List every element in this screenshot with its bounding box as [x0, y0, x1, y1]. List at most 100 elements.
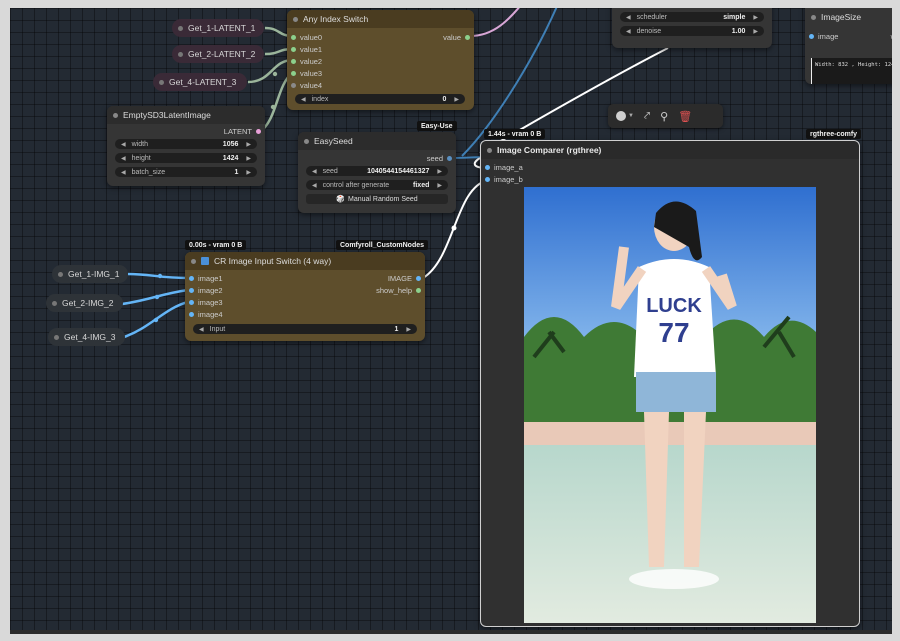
- cr-switch-title: CR Image Input Switch (4 way): [185, 252, 425, 270]
- beach-photo: LUCK 77: [524, 187, 816, 623]
- height-widget[interactable]: ◀ height 1424 ▶: [115, 153, 257, 163]
- batch-increment-arrow[interactable]: ▶: [246, 169, 251, 176]
- easy-seed-node[interactable]: EasySeed seed ◀ seed 1040544154461327 ▶ …: [298, 132, 456, 213]
- manual-random-seed-button[interactable]: 🎲 Manual Random Seed: [306, 194, 448, 204]
- seed-widget[interactable]: ◀ seed 1040544154461327 ▶: [306, 166, 448, 176]
- control-after-generate-widget[interactable]: ◀ control after generate fixed ▶: [306, 180, 448, 190]
- slot-seed-out[interactable]: seed: [427, 154, 452, 163]
- denoise-increment-arrow[interactable]: ▶: [753, 28, 758, 35]
- easy-use-badge: Easy-Use: [417, 121, 457, 131]
- link-dot-latent: [270, 104, 276, 110]
- get-latent2-node[interactable]: Get_2-LATENT_2: [172, 45, 264, 63]
- empty-sd3-latent-node[interactable]: EmptySD3LatentImage LATENT ◀ width 1056 …: [107, 106, 265, 186]
- slot-image2[interactable]: image2: [189, 286, 223, 295]
- comfyroll-badge: Comfyroll_CustomNodes: [336, 240, 429, 250]
- height-label: height: [131, 154, 151, 162]
- color-circle-icon[interactable]: ▼: [616, 111, 634, 121]
- slot-show-help-out[interactable]: show_help: [376, 286, 421, 295]
- any-index-switch-node[interactable]: Any Index Switch value0 value1 value2 va…: [287, 10, 474, 110]
- image-size-node[interactable]: ImageSize image w h Width: 832 , Height:…: [805, 8, 892, 84]
- width-widget[interactable]: ◀ width 1056 ▶: [115, 139, 257, 149]
- input-value: 1: [394, 325, 399, 333]
- slot-image1[interactable]: image1: [189, 274, 223, 283]
- control-label: control after generate: [322, 181, 390, 189]
- scheduler-label: scheduler: [636, 13, 667, 21]
- seed-label: seed: [322, 167, 338, 175]
- get-latent1-node[interactable]: Get_1-LATENT_1: [172, 19, 264, 37]
- image-size-readout: Width: 832 , Height: 1248: [811, 58, 892, 84]
- index-increment-arrow[interactable]: ▶: [454, 96, 459, 103]
- cr-timing-badge: 0.00s - vram 0 B: [185, 240, 247, 250]
- link-dot-img3: [153, 317, 159, 323]
- link-dot-latent2: [272, 71, 278, 77]
- slot-image4[interactable]: image4: [189, 310, 223, 319]
- slot-image3[interactable]: image3: [189, 298, 223, 307]
- link-value-out: [469, 8, 520, 37]
- link-img3: [123, 300, 189, 339]
- input-increment-arrow[interactable]: ▶: [406, 326, 411, 333]
- denoise-widget[interactable]: ◀ denoise 1.00 ▶: [620, 26, 764, 36]
- scheduler-value: simple: [723, 13, 746, 21]
- cr-node-icon: [201, 257, 209, 265]
- width-increment-arrow[interactable]: ▶: [246, 141, 251, 148]
- get-latent3-label: Get_4-LATENT_3: [169, 77, 237, 87]
- get-img1-node[interactable]: Get_1-IMG_1: [52, 265, 128, 283]
- slot-value2[interactable]: value2: [291, 57, 322, 66]
- link-dot-img1: [157, 273, 163, 279]
- slot-image-size-w[interactable]: w: [891, 32, 892, 41]
- index-label: index: [311, 95, 329, 103]
- link-dot-img2: [154, 294, 160, 300]
- slot-image-b[interactable]: image_b: [485, 175, 523, 184]
- image-size-title: ImageSize: [805, 8, 892, 26]
- scheduler-widget[interactable]: ◀ scheduler simple ▶: [620, 12, 764, 22]
- get-latent1-label: Get_1-LATENT_1: [188, 23, 256, 33]
- image-comparer-node[interactable]: Image Comparer (rgthree) image_a image_b: [480, 140, 860, 627]
- input-label: Input: [209, 325, 226, 333]
- dice-icon: 🎲: [336, 196, 346, 203]
- slot-image-size-input[interactable]: image: [809, 32, 838, 41]
- delete-icon[interactable]: 🗑: [678, 110, 692, 123]
- slot-value3[interactable]: value3: [291, 69, 322, 78]
- link-img1: [127, 272, 189, 280]
- cr-image-input-switch-node[interactable]: CR Image Input Switch (4 way) image1 ima…: [185, 252, 425, 341]
- get-img3-node[interactable]: Get_4-IMG_3: [48, 328, 125, 346]
- denoise-label: denoise: [636, 27, 662, 35]
- node-selection-toolbar: ▼ ⤤ ⚲ 🗑: [608, 104, 723, 128]
- get-img2-node[interactable]: Get_2-IMG_2: [46, 294, 123, 312]
- bottom-status-strip: [10, 630, 892, 634]
- slot-latent-out[interactable]: LATENT: [224, 127, 261, 136]
- comparer-timing-badge: 1.44s - vram 0 B: [484, 129, 546, 139]
- bypass-icon[interactable]: ⤤: [644, 110, 650, 123]
- input-widget[interactable]: ◀ Input 1 ▶: [193, 324, 417, 334]
- get-latent3-node[interactable]: Get_4-LATENT_3: [153, 73, 247, 91]
- index-widget[interactable]: ◀ index 0 ▶: [295, 94, 465, 104]
- slot-value-out[interactable]: value: [443, 33, 470, 42]
- seed-increment-arrow[interactable]: ▶: [437, 168, 442, 175]
- pin-icon[interactable]: ⚲: [660, 110, 668, 123]
- batch-size-widget[interactable]: ◀ batch_size 1 ▶: [115, 167, 257, 177]
- width-value: 1056: [222, 140, 239, 148]
- batch-size-label: batch_size: [131, 168, 166, 176]
- slot-value1[interactable]: value1: [291, 45, 322, 54]
- sampler-node[interactable]: ◀ sampler_name euler ▶ ◀ scheduler simpl…: [612, 8, 772, 48]
- control-value: fixed: [413, 181, 430, 189]
- height-increment-arrow[interactable]: ▶: [246, 155, 251, 162]
- get-img3-label: Get_4-IMG_3: [64, 332, 116, 342]
- slot-image-out[interactable]: IMAGE: [388, 274, 421, 283]
- image-comparer-title: Image Comparer (rgthree): [481, 141, 859, 159]
- height-value: 1424: [222, 154, 239, 162]
- node-graph-canvas[interactable]: Get_1-LATENT_1 Get_2-LATENT_2 Get_4-LATE…: [10, 8, 892, 630]
- cr-switch-title-text: CR Image Input Switch (4 way): [214, 256, 332, 266]
- scheduler-next-arrow[interactable]: ▶: [753, 14, 758, 21]
- manual-random-seed-label: Manual Random Seed: [348, 195, 418, 203]
- seed-value: 1040544154461327: [367, 167, 430, 175]
- slot-value0[interactable]: value0: [291, 33, 322, 42]
- comparison-preview-image[interactable]: LUCK 77: [524, 187, 816, 623]
- index-value: 0: [442, 95, 447, 103]
- slot-value4[interactable]: value4: [291, 81, 322, 90]
- control-next-arrow[interactable]: ▶: [437, 182, 442, 189]
- slot-image-a[interactable]: image_a: [485, 163, 523, 172]
- svg-text:77: 77: [658, 317, 689, 348]
- get-latent2-label: Get_2-LATENT_2: [188, 49, 256, 59]
- width-label: width: [131, 140, 148, 148]
